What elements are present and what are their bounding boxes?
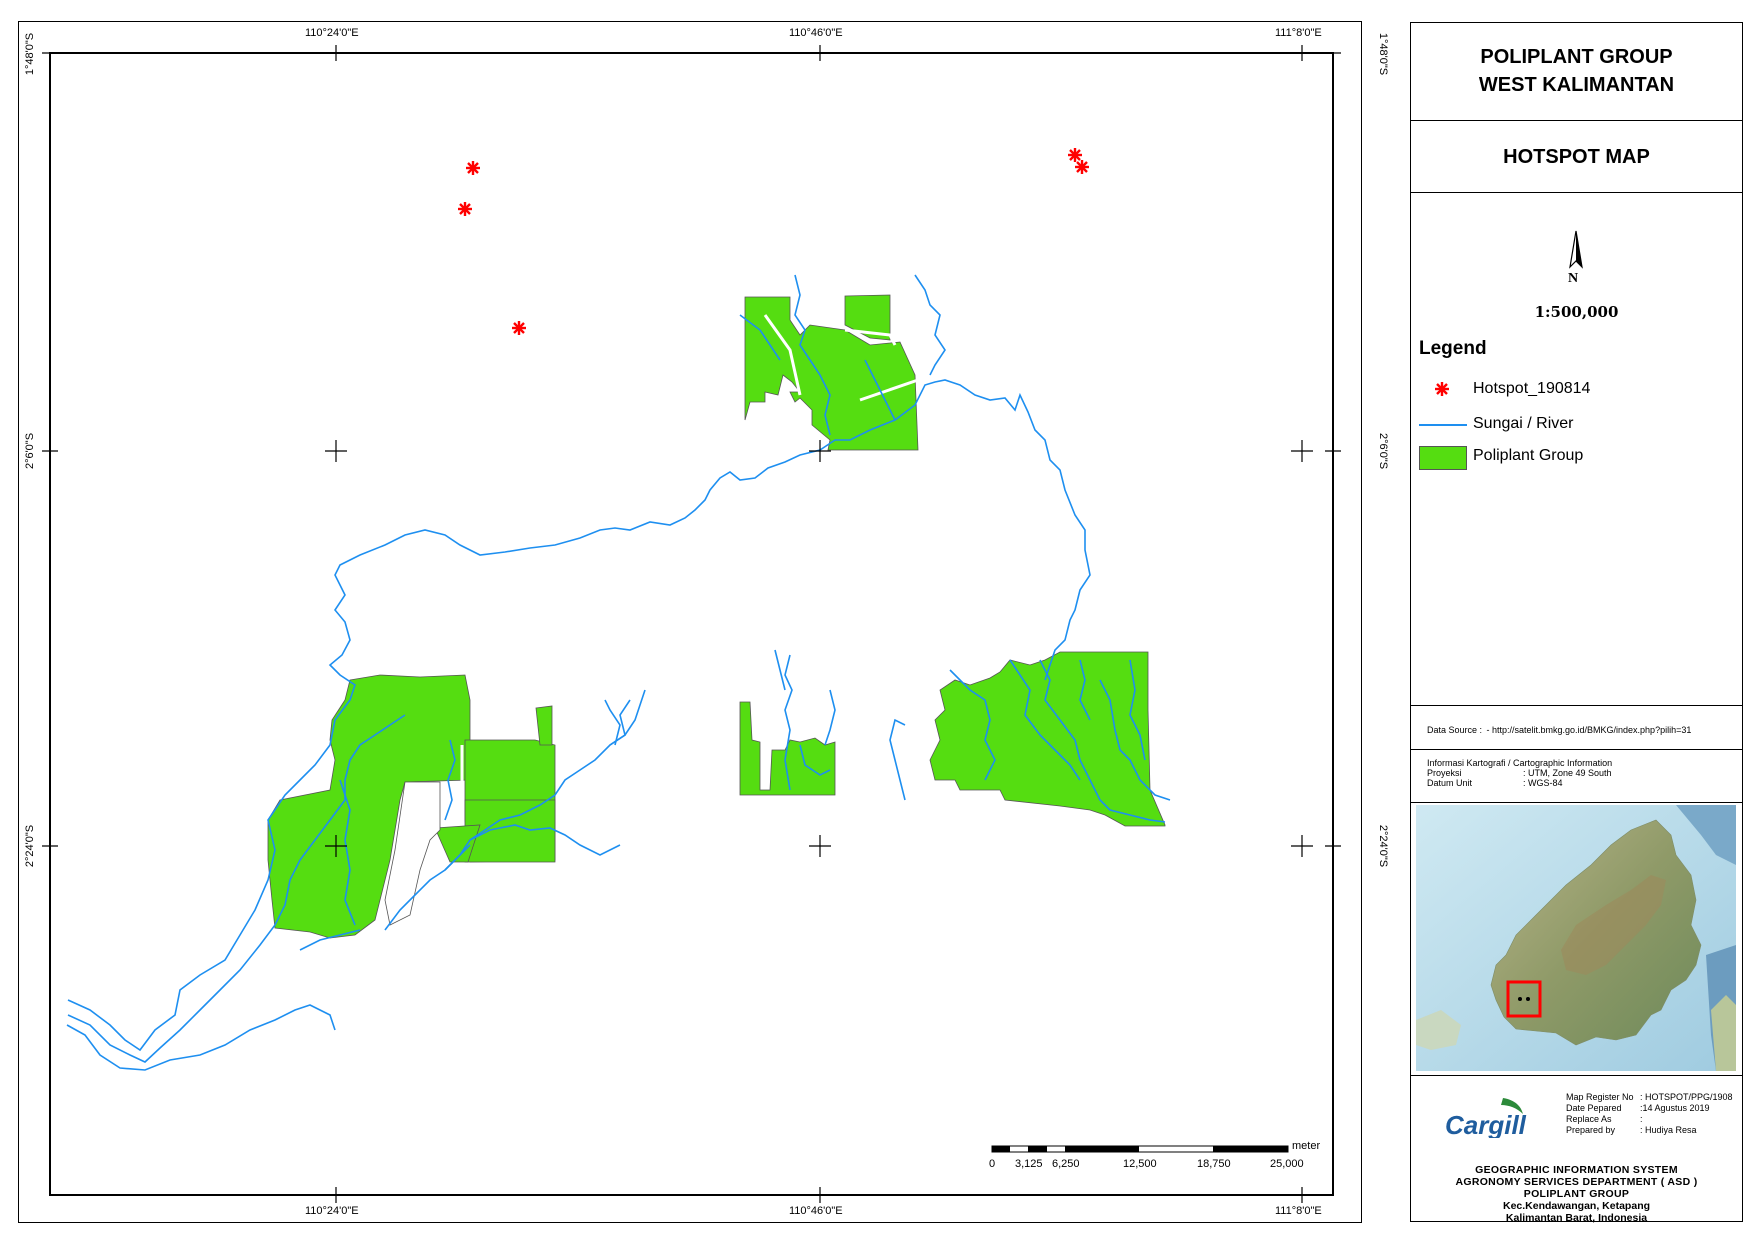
top-tick-label: 110°24'0"E: [305, 27, 359, 39]
bottom-tick-label: 111°8'0"E: [1275, 1205, 1322, 1217]
hotspot-marker[interactable]: [466, 161, 480, 175]
blue-line-icon: [1419, 424, 1467, 426]
footer-section: Cargill Map Register No : HOTSPOT/PPG/190…: [1411, 1076, 1742, 1224]
hotspot-marker[interactable]: [1075, 160, 1089, 174]
data-source-label: Data Source :: [1427, 725, 1483, 735]
footer-line: AGRONOMY SERVICES DEPARTMENT ( ASD ): [1455, 1176, 1698, 1188]
cargill-logo-text: Cargill: [1445, 1110, 1527, 1138]
legend-item-hotspot: Hotspot_190814: [1473, 380, 1591, 397]
footer-line: GEOGRAPHIC INFORMATION SYSTEM: [1475, 1164, 1678, 1176]
legend-item-plantation: Poliplant Group: [1473, 447, 1584, 464]
left-tick-label: 2°6'0"S: [24, 432, 36, 470]
register-value: : Hudiya Resa: [1640, 1125, 1697, 1135]
register-block: Map Register No : HOTSPOT/PPG/1908 Date P…: [1566, 1092, 1733, 1136]
register-value: :14 Agustus 2019: [1640, 1103, 1710, 1113]
scale-label: 25,000: [1270, 1158, 1304, 1170]
hotspot-marker[interactable]: [1068, 148, 1082, 162]
region-title: WEST KALIMANTAN: [1478, 74, 1675, 96]
register-key: Map Register No: [1566, 1092, 1634, 1102]
map-title: HOTSPOT MAP: [1503, 146, 1650, 168]
top-tick-label: 111°8'0"E: [1275, 27, 1322, 39]
footer-line: Kalimantan Barat, Indonesia: [1505, 1212, 1648, 1224]
register-key: Date Pepared: [1566, 1103, 1622, 1113]
footer-line: Kec.Kendawangan, Ketapang: [1502, 1200, 1651, 1212]
top-tick-label: 110°46'0"E: [789, 27, 843, 39]
scale-label: 12,500: [1123, 1158, 1157, 1170]
left-tick-label: 1°48'0"S: [24, 32, 36, 76]
footer-text-block: GEOGRAPHIC INFORMATION SYSTEM AGRONOMY S…: [1411, 1164, 1742, 1224]
green-box-icon: [1419, 446, 1467, 470]
bottom-tick-label: 110°24'0"E: [305, 1205, 359, 1217]
footer-line: POLIPLANT GROUP: [1523, 1188, 1630, 1200]
right-tick-label: 2°24'0"S: [1377, 824, 1389, 868]
carto-heading: Informasi Kartografi / Cartographic Info…: [1427, 758, 1613, 768]
right-tick-label: 1°48'0"S: [1377, 32, 1389, 76]
scale-unit: meter: [1292, 1140, 1321, 1152]
hotspot-marker[interactable]: [512, 321, 526, 335]
data-source-value: - http://satelit.bmkg.go.id/BMKG/index.p…: [1486, 725, 1692, 735]
register-value: :: [1640, 1114, 1643, 1124]
legend-section: N 1:500,000 Legend Hotspot_190814 Sungai…: [1411, 193, 1742, 706]
carto-section: Informasi Kartografi / Cartographic Info…: [1411, 750, 1742, 803]
carto-value: : WGS-84: [1523, 778, 1563, 788]
scale-label: 18,750: [1197, 1158, 1231, 1170]
scale-bar: [991, 1145, 1289, 1153]
scale-text: 1:500,000: [1534, 303, 1619, 321]
map-neatline: [49, 52, 1334, 1196]
cargill-logo: Cargill: [1445, 1098, 1527, 1138]
right-tick-label: 2°6'0"S: [1377, 432, 1389, 470]
bottom-tick-label: 110°46'0"E: [789, 1205, 843, 1217]
data-source-section: Data Source : - http://satelit.bmkg.go.i…: [1411, 706, 1742, 750]
company-title: POLIPLANT GROUP: [1480, 46, 1673, 68]
carto-value: : UTM, Zone 49 South: [1523, 768, 1612, 778]
scale-label: 0: [989, 1158, 996, 1170]
register-key: Replace As: [1566, 1114, 1612, 1124]
carto-key: Datum Unit: [1427, 778, 1473, 788]
register-value: : HOTSPOT/PPG/1908: [1640, 1092, 1733, 1102]
legend-item-river: Sungai / River: [1473, 415, 1574, 432]
plantation-polygon: [464, 799, 556, 863]
carto-key: Proyeksi: [1427, 768, 1462, 778]
register-key: Prepared by: [1566, 1125, 1616, 1135]
inset-map: [1416, 805, 1736, 1071]
red-asterisk-icon: [1431, 378, 1453, 400]
scale-label: 6,250: [1052, 1158, 1080, 1170]
north-letter: N: [1568, 271, 1579, 286]
inset-map-section: [1411, 803, 1742, 1076]
side-panel: POLIPLANT GROUP WEST KALIMANTAN HOTSPOT …: [1410, 22, 1743, 1224]
header-section: POLIPLANT GROUP WEST KALIMANTAN: [1411, 23, 1742, 121]
left-tick-label: 2°24'0"S: [24, 824, 36, 868]
hotspot-marker[interactable]: [458, 202, 472, 216]
scale-label: 3,125: [1015, 1158, 1043, 1170]
map-title-section: HOTSPOT MAP: [1411, 121, 1742, 193]
legend-title: Legend: [1419, 338, 1487, 359]
